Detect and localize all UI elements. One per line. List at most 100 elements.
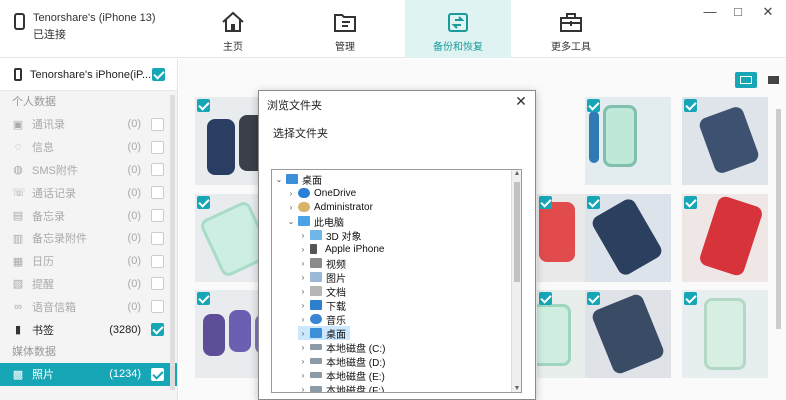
- nav-more-tools[interactable]: 更多工具: [518, 0, 624, 58]
- photo-checkbox[interactable]: [684, 292, 697, 305]
- tree-node-onedrive[interactable]: › OneDrive: [286, 186, 357, 200]
- tree-node-documents[interactable]: › 文档: [298, 284, 346, 299]
- tree-node-label: 本地磁盘 (D:): [326, 357, 386, 369]
- photo-thumbnail[interactable]: [585, 194, 671, 282]
- photo-thumbnail[interactable]: [585, 290, 671, 378]
- tree-node-downloads[interactable]: › 下载: [298, 298, 346, 313]
- nav-manage[interactable]: 管理: [292, 0, 398, 58]
- 3d-objects-icon: [310, 230, 322, 240]
- nav-backup-restore[interactable]: 备份和恢复: [405, 0, 511, 58]
- sidebar-item-reminders[interactable]: ▧ 提醒 (0): [0, 273, 177, 296]
- list-view-button[interactable]: [763, 72, 785, 88]
- tree-node-drive-e[interactable]: › 本地磁盘 (E:): [298, 368, 385, 383]
- tree-node-drive-f[interactable]: › 本地磁盘 (F:): [298, 382, 384, 392]
- photo-checkbox[interactable]: [197, 196, 210, 209]
- photo-thumbnail[interactable]: [682, 97, 768, 185]
- scroll-down-arrow-icon[interactable]: ▼: [512, 385, 521, 392]
- device-name: Tenorshare's (iPhone 13): [33, 12, 156, 24]
- nav-label: 备份和恢复: [433, 42, 483, 53]
- iphone-icon: [14, 13, 25, 30]
- drive-icon: [310, 386, 322, 392]
- photo-thumbnail[interactable]: [682, 194, 768, 282]
- scroll-up-arrow-icon[interactable]: ▲: [512, 170, 521, 177]
- sidebar-item-count: (0): [127, 118, 141, 131]
- sidebar-item-calendar[interactable]: ▦ 日历 (0): [0, 250, 177, 273]
- tree-node-desktop-selected[interactable]: › 桌面: [298, 326, 350, 341]
- photo-content: [704, 298, 746, 370]
- sidebar-item-checkbox[interactable]: [151, 300, 164, 314]
- photo-thumbnail[interactable]: [585, 97, 671, 185]
- photo-checkbox[interactable]: [684, 196, 697, 209]
- grid-scrollbar[interactable]: [776, 109, 781, 329]
- notes-icon: ▤: [12, 210, 24, 223]
- sidebar-device-row[interactable]: Tenorshare's iPhone(iP...: [0, 59, 177, 91]
- minimize-button[interactable]: —: [700, 4, 720, 19]
- expand-arrow-icon: ›: [301, 356, 305, 366]
- sidebar-item-checkbox[interactable]: [151, 186, 164, 200]
- tree-node-apple-iphone[interactable]: › Apple iPhone: [298, 242, 385, 256]
- sidebar-item-checkbox[interactable]: [151, 140, 164, 154]
- tree-node-3d-objects[interactable]: › 3D 对象: [298, 228, 362, 243]
- photo-thumbnail[interactable]: [682, 290, 768, 378]
- tree-node-this-pc[interactable]: ⌄ 此电脑: [286, 214, 344, 229]
- iphone-icon: [310, 244, 317, 254]
- sidebar-item-checkbox[interactable]: [151, 209, 164, 223]
- sidebar-item-call-log[interactable]: ☏ 通话记录 (0): [0, 181, 177, 204]
- grid-view-button[interactable]: [735, 72, 757, 88]
- sidebar-item-sms-attachments[interactable]: ◍ SMS附件 (0): [0, 159, 177, 182]
- photo-checkbox[interactable]: [539, 292, 552, 305]
- sidebar-item-photos[interactable]: ▩ 照片 (1234): [0, 362, 177, 386]
- sidebar-item-notes[interactable]: ▤ 备忘录 (0): [0, 204, 177, 227]
- tree-node-music[interactable]: › 音乐: [298, 312, 346, 327]
- nav-home[interactable]: 主页: [180, 0, 286, 58]
- tree-node-videos[interactable]: › 视频: [298, 256, 346, 271]
- photo-checkbox[interactable]: [587, 99, 600, 112]
- sidebar-item-voicemail[interactable]: ∞ 语音信箱 (0): [0, 295, 177, 318]
- sidebar-item-bookmarks[interactable]: ▮ 书签 (3280): [0, 318, 177, 341]
- photo-content: [603, 105, 637, 167]
- sidebar-item-notes-attachments[interactable]: ▥ 备忘录附件 (0): [0, 227, 177, 250]
- expand-arrow-icon: ›: [289, 202, 293, 212]
- onedrive-icon: [298, 188, 310, 198]
- sidebar-item-count: (0): [127, 141, 141, 154]
- sidebar-item-checkbox[interactable]: [151, 323, 164, 337]
- tree-node-pictures[interactable]: › 图片: [298, 270, 346, 285]
- sidebar-item-count: (0): [127, 277, 141, 290]
- folder-icon: [334, 14, 356, 32]
- tree-node-label: 下载: [326, 301, 346, 313]
- photo-checkbox[interactable]: [197, 99, 210, 112]
- folder-tree: ⌄ 桌面 › OneDrive › Administrator ⌄ 此电脑 › …: [271, 169, 522, 393]
- sidebar-item-checkbox[interactable]: [151, 254, 164, 268]
- maximize-button[interactable]: □: [728, 4, 748, 19]
- photo-checkbox[interactable]: [587, 196, 600, 209]
- sidebar-item-checkbox[interactable]: [151, 117, 164, 131]
- photo-content: [207, 119, 235, 175]
- sidebar-item-contacts[interactable]: ▣ 通讯录 (0): [0, 113, 177, 136]
- photo-content: [697, 104, 761, 176]
- close-window-button[interactable]: ✕: [758, 4, 778, 20]
- device-checkbox[interactable]: [152, 68, 165, 81]
- dialog-close-button[interactable]: ✕: [513, 93, 529, 110]
- photo-checkbox[interactable]: [587, 292, 600, 305]
- tree-node-label: 本地磁盘 (E:): [326, 371, 385, 383]
- tree-node-desktop-root[interactable]: ⌄ 桌面: [274, 172, 322, 187]
- tree-node-drive-c[interactable]: › 本地磁盘 (C:): [298, 340, 386, 355]
- expand-arrow-icon: ›: [301, 230, 305, 240]
- collapse-arrow-icon: ⌄: [275, 174, 283, 184]
- photo-checkbox[interactable]: [197, 292, 210, 305]
- expand-arrow-icon: ›: [301, 328, 305, 338]
- sidebar-item-checkbox[interactable]: [151, 231, 164, 245]
- tree-node-drive-d[interactable]: › 本地磁盘 (D:): [298, 354, 386, 369]
- tree-scrollbar-thumb[interactable]: [514, 182, 520, 282]
- sidebar-item-label: 语音信箱: [32, 301, 76, 314]
- photo-checkbox[interactable]: [684, 99, 697, 112]
- sidebar-scrollbar[interactable]: [170, 95, 175, 390]
- sidebar-item-checkbox[interactable]: [151, 163, 164, 177]
- sidebar-item-checkbox[interactable]: [151, 367, 164, 381]
- tree-node-administrator[interactable]: › Administrator: [286, 200, 373, 214]
- sidebar-item-checkbox[interactable]: [151, 277, 164, 291]
- expand-arrow-icon: ›: [301, 272, 305, 282]
- photo-checkbox[interactable]: [539, 196, 552, 209]
- sidebar-item-messages[interactable]: ◌ 信息 (0): [0, 136, 177, 159]
- tree-scrollbar[interactable]: ▲ ▼: [511, 170, 521, 392]
